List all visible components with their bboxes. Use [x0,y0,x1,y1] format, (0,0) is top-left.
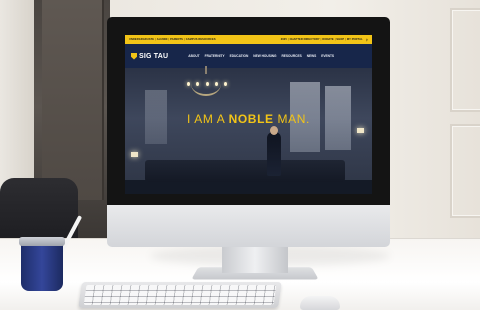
shield-icon [131,52,137,60]
hero-title-suffix: MAN. [273,112,310,126]
hero-title: I AM A NOBLE MAN. [125,112,372,126]
nav-item-events[interactable]: EVENTS [321,54,334,58]
utility-link-chapter-directory[interactable]: CHAPTER DIRECTORY [290,38,320,42]
utility-links-right: 2025 | CHAPTER DIRECTORY | DONATE | SHOP… [281,38,368,42]
separator: | [287,37,289,41]
utility-link-donate[interactable]: DONATE [322,38,333,42]
monitor-screen: UNDERGRADUATE | ALUMNI | PARENTS | CAMPU… [125,35,372,194]
nav-item-fraternity[interactable]: FRATERNITY [205,54,225,58]
photo-background: UNDERGRADUATE | ALUMNI | PARENTS | CAMPU… [0,0,480,310]
separator: | [184,38,185,41]
nav-item-about[interactable]: ABOUT [188,54,199,58]
nav-item-news[interactable]: NEWS [307,54,317,58]
cup-rim [19,237,65,246]
monitor-chin [107,205,390,247]
keyboard-keys [83,285,277,305]
chandelier-bulbs [187,82,227,88]
separator: | [155,38,156,41]
separator: | [334,37,336,41]
table-lamp [131,152,138,157]
keyboard [78,282,282,308]
reading-man-head [270,126,278,135]
monitor-stand [222,247,288,273]
separator: | [345,37,346,41]
main-nav: SIG TAU ABOUT FRATERNITY EDUCATION NEW H… [125,44,372,68]
utility-link-shop[interactable]: SHOP [336,38,344,42]
utility-link-parents[interactable]: PARENTS [170,38,183,41]
utility-link-year[interactable]: 2025 [281,38,287,42]
utility-link-undergraduate[interactable]: UNDERGRADUATE [129,38,154,41]
utility-bar: UNDERGRADUATE | ALUMNI | PARENTS | CAMPU… [125,35,372,44]
utility-link-campus-resources[interactable]: CAMPUS RESOURCES [186,38,216,41]
separator: | [168,38,170,41]
nav-item-resources[interactable]: RESOURCES [282,54,302,58]
sofa [145,160,345,182]
mouse [300,296,340,310]
wall-panel [450,124,480,218]
hero-title-prefix: I AM A [187,112,229,126]
search-icon[interactable]: ⚲ [366,38,368,42]
hero-banner: I AM A NOBLE MAN. [125,66,372,194]
utility-link-alumni[interactable]: ALUMNI [157,38,168,41]
nav-items: ABOUT FRATERNITY EDUCATION NEW HOUSING R… [188,54,334,58]
dark-window [42,0,104,200]
nav-item-education[interactable]: EDUCATION [230,54,249,58]
utility-links-left: UNDERGRADUATE | ALUMNI | PARENTS | CAMPU… [129,38,216,41]
nav-item-new-housing[interactable]: NEW HOUSING [253,54,276,58]
hero-floor [125,180,372,194]
hero-title-emphasis: NOBLE [228,112,274,126]
floor-lamp [357,128,364,133]
wall-panel [450,8,480,112]
separator: | [320,37,322,41]
utility-link-my-portal[interactable]: MY PORTAL [347,38,363,42]
logo-text: SIG TAU [139,52,169,60]
site-logo[interactable]: SIG TAU [131,52,169,60]
blue-cup [21,241,63,291]
reading-man [267,132,281,176]
